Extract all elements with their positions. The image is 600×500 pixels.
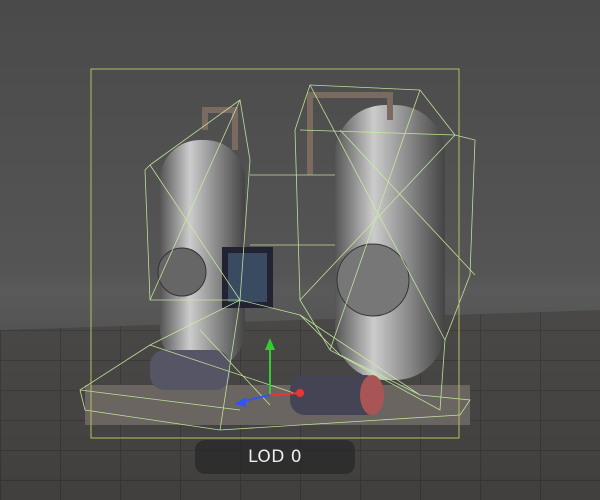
lod-level-label: LOD 0 <box>195 440 355 474</box>
scene-viewport[interactable]: LOD 0 <box>0 0 600 500</box>
right-tank <box>335 105 445 380</box>
scene-render <box>0 68 600 500</box>
